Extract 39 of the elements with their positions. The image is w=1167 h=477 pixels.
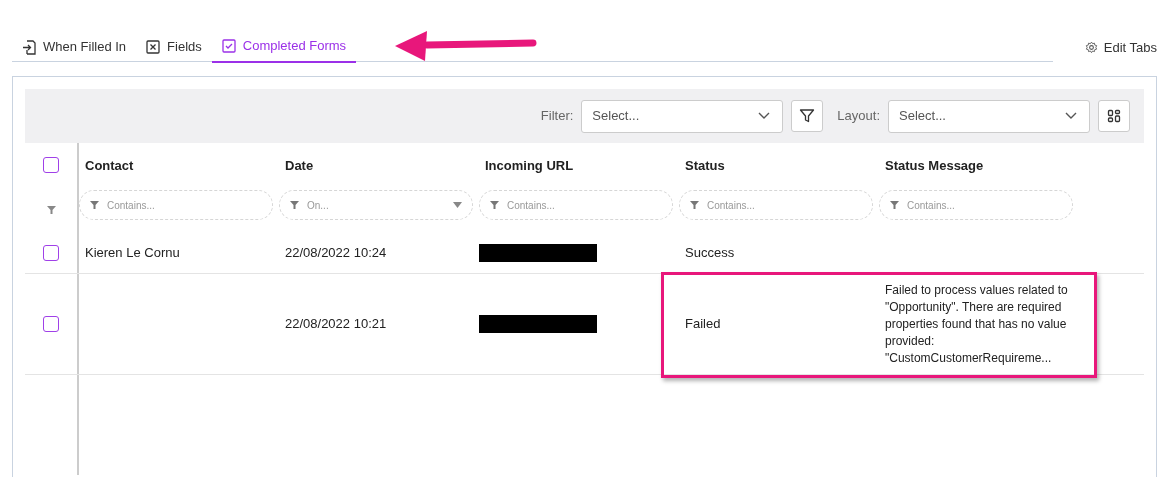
tab[interactable]: Fields <box>136 0 212 63</box>
filter-button[interactable] <box>791 100 824 132</box>
tab[interactable]: When Filled In <box>12 0 137 63</box>
tab[interactable]: Completed Forms <box>211 0 357 63</box>
settings-icon <box>1084 41 1098 55</box>
table-cell-text: Kieren Le Cornu <box>85 244 180 263</box>
layout-label: Layout: <box>837 107 880 126</box>
column-header: Contact <box>84 157 135 175</box>
select-field[interactable]: Select... <box>888 99 1090 133</box>
table-cell-text: Success <box>685 244 735 263</box>
column-header: Date <box>284 157 315 175</box>
filter-icon <box>90 201 99 209</box>
table-cell-text: 22/08/2022 10:24 <box>285 244 387 263</box>
table-cell-text: Failed <box>685 315 721 334</box>
column-header: Status <box>684 157 726 175</box>
close-box-icon <box>146 40 161 54</box>
checkbox[interactable] <box>43 316 59 332</box>
column-header: Incoming URL <box>484 157 575 175</box>
select-field[interactable]: Select... <box>581 99 784 133</box>
filter-icon <box>490 201 499 209</box>
filter-icon <box>799 108 816 124</box>
filter-label: Filter: <box>540 107 574 126</box>
caret-icon <box>453 202 462 208</box>
checkbox-icon <box>221 39 236 53</box>
filter-icon <box>46 205 56 214</box>
enter-icon <box>22 39 36 55</box>
layout-button[interactable] <box>1098 100 1130 132</box>
table-cell-text: 22/08/2022 10:21 <box>285 315 387 334</box>
filter-icon <box>890 201 899 209</box>
checkbox[interactable] <box>43 156 59 173</box>
grid-layout-icon <box>1107 109 1121 123</box>
filter-icon <box>690 201 699 209</box>
column-header: Status Message <box>884 157 985 175</box>
chevron-down-icon <box>1065 112 1077 120</box>
chevron-down-icon <box>758 112 771 120</box>
table-cell-text: Failed to process values related to "Opportunity". There are required properties found that has no value provided: "CustomCustomerRequireme... <box>885 281 1069 367</box>
filter-icon <box>290 201 299 209</box>
checkbox[interactable] <box>43 245 59 261</box>
edit-tabs-button[interactable]: Edit Tabs <box>1084 38 1157 58</box>
